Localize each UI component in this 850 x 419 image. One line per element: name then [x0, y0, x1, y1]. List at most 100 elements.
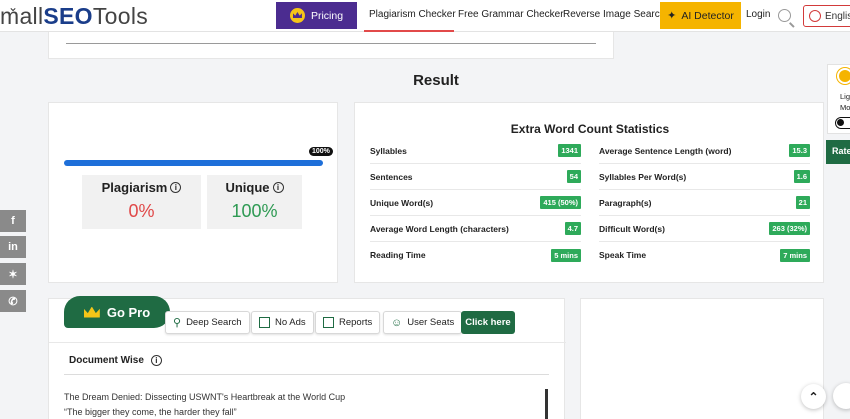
- progress-percent-badge: 100%: [309, 147, 333, 156]
- plagiarism-value: 0%: [128, 201, 155, 221]
- stat-value-badge: 1341: [558, 144, 581, 157]
- info-icon[interactable]: i: [272, 182, 284, 193]
- result-card: 100% Plagiarism i 0% Unique i 100%: [48, 102, 338, 283]
- nav-grammar-checker[interactable]: Free Grammar Checker: [458, 9, 564, 20]
- stat-row: Average Word Length (characters) 4.7: [370, 216, 581, 242]
- stat-label: Reading Time: [370, 250, 426, 260]
- whatsapp-icon: ✆: [8, 295, 18, 308]
- site-logo[interactable]: mall SEO Tools: [0, 2, 148, 30]
- input-card-divider: [66, 32, 596, 44]
- stats-title: Extra Word Count Statistics: [510, 122, 670, 136]
- divider: [64, 374, 549, 375]
- no-ads-label: No Ads: [275, 317, 306, 328]
- logo-text-part1: mall: [0, 2, 44, 29]
- stat-value-badge: 54: [566, 170, 581, 183]
- theme-mode-label: Mo: [840, 103, 850, 112]
- rate-tab[interactable]: Rate: [826, 140, 850, 164]
- stat-label: Difficult Word(s): [599, 223, 665, 234]
- stat-row: Average Sentence Length (word) 15.3: [599, 138, 810, 164]
- stat-value-badge: 7 mins: [780, 248, 810, 262]
- facebook-icon: f: [11, 215, 15, 227]
- stat-value-badge: 263 (32%): [769, 222, 810, 235]
- divider: [49, 342, 566, 343]
- document-wise-label: Document Wise: [69, 355, 144, 366]
- nav-reverse-image-search[interactable]: Reverse Image Search: [563, 9, 665, 20]
- twitter-icon: ✶: [8, 268, 18, 281]
- language-selector[interactable]: Englis: [803, 5, 850, 27]
- plagiarism-stat: Plagiarism i 0%: [82, 175, 201, 229]
- stat-row: Reading Time 5 mins: [370, 242, 581, 268]
- stat-row: Speak Time 7 mins: [599, 242, 810, 268]
- theme-light-label: Lig: [840, 92, 850, 101]
- unique-label-text: Unique: [225, 180, 270, 195]
- stat-value-badge: 4.7: [564, 222, 581, 235]
- deep-search-button[interactable]: ⚲ Deep Search: [165, 311, 250, 334]
- chevron-up-icon: ⌃: [808, 389, 819, 404]
- sun-icon: [839, 70, 850, 82]
- no-ads-button[interactable]: No Ads: [251, 311, 314, 334]
- stat-label: Unique Word(s): [370, 197, 434, 208]
- nav-plagiarism-checker[interactable]: Plagiarism Checker: [369, 9, 456, 20]
- info-icon[interactable]: i: [150, 355, 162, 366]
- linkedin-icon: in: [8, 241, 18, 253]
- info-icon[interactable]: i: [170, 182, 182, 193]
- reports-label: Reports: [339, 317, 373, 328]
- logo-text-seo: SEO: [43, 2, 93, 29]
- report-icon: [323, 317, 334, 328]
- result-title: Result: [413, 72, 459, 89]
- facebook-share-button[interactable]: f: [0, 210, 26, 232]
- unique-label: Unique i: [207, 180, 302, 195]
- deep-search-label: Deep Search: [186, 317, 242, 328]
- language-label: Englis: [825, 10, 850, 22]
- input-card-bottom: [48, 32, 614, 59]
- theme-toggle[interactable]: [835, 117, 850, 129]
- stat-label: Speak Time: [599, 250, 647, 260]
- pricing-button[interactable]: Pricing: [276, 2, 357, 29]
- side-card: [580, 298, 824, 419]
- stat-label: Paragraph(s): [599, 197, 652, 208]
- stat-label: Average Word Length (characters): [370, 223, 509, 234]
- search-icon[interactable]: [778, 9, 791, 22]
- chevron-down-icon[interactable]: ⌄: [8, 0, 18, 14]
- go-pro-badge[interactable]: Go Pro: [64, 296, 170, 328]
- document-text: The Dream Denied: Dissecting USWNT's Hea…: [64, 390, 345, 419]
- sparkle-icon: ✦: [667, 10, 677, 22]
- stat-value-badge: 415 (50%): [540, 196, 581, 209]
- go-pro-label: Go Pro: [106, 304, 151, 320]
- crown-icon: [83, 306, 100, 318]
- document-line: “The bigger they come, the harder they f…: [64, 407, 237, 417]
- ai-detector-button[interactable]: ✦ AI Detector: [660, 2, 741, 29]
- scroll-to-top-button[interactable]: ⌃: [801, 384, 826, 409]
- whatsapp-share-button[interactable]: ✆: [0, 290, 26, 312]
- progress-bar: [64, 160, 323, 166]
- user-seats-button[interactable]: ☺ User Seats: [383, 311, 463, 334]
- search-icon: ⚲: [173, 317, 182, 329]
- plagiarism-label-text: Plagiarism: [101, 180, 168, 195]
- stat-row: Paragraph(s) 21: [599, 190, 810, 216]
- document-line: The Dream Denied: Dissecting USWNT's Hea…: [64, 392, 346, 402]
- stat-row: Sentences 54: [370, 164, 581, 190]
- stat-value-badge: 15.3: [789, 144, 810, 157]
- chat-widget-button[interactable]: [833, 383, 850, 409]
- unique-stat: Unique i 100%: [207, 175, 302, 229]
- reports-button[interactable]: Reports: [315, 311, 381, 334]
- click-here-button[interactable]: Click here: [461, 311, 515, 334]
- stat-value-badge: 5 mins: [551, 248, 581, 262]
- stat-row: Syllables Per Word(s) 1.6: [599, 164, 810, 190]
- user-icon: ☺: [391, 316, 403, 329]
- plagiarism-label: Plagiarism i: [82, 180, 201, 195]
- user-seats-label: User Seats: [407, 317, 455, 328]
- linkedin-share-button[interactable]: in: [0, 236, 26, 258]
- twitter-share-button[interactable]: ✶: [0, 263, 26, 285]
- stat-row: Syllables 1341: [370, 138, 581, 164]
- stat-row: Difficult Word(s) 263 (32%): [599, 216, 810, 242]
- top-navbar: mall SEO Tools ⌄ Pricing Plagiarism Checke…: [0, 0, 850, 32]
- ad-block-icon: [259, 317, 270, 328]
- word-count-stats-card: Extra Word Count Statistics Syllables 134…: [354, 102, 824, 283]
- stat-value-badge: 1.6: [793, 170, 810, 183]
- ai-detector-label: AI Detector: [681, 9, 734, 22]
- stat-label: Syllables: [370, 145, 407, 156]
- login-link[interactable]: Login: [746, 9, 770, 20]
- stat-row: Unique Word(s) 415 (50%): [370, 190, 581, 216]
- document-scrollbar[interactable]: [545, 389, 548, 419]
